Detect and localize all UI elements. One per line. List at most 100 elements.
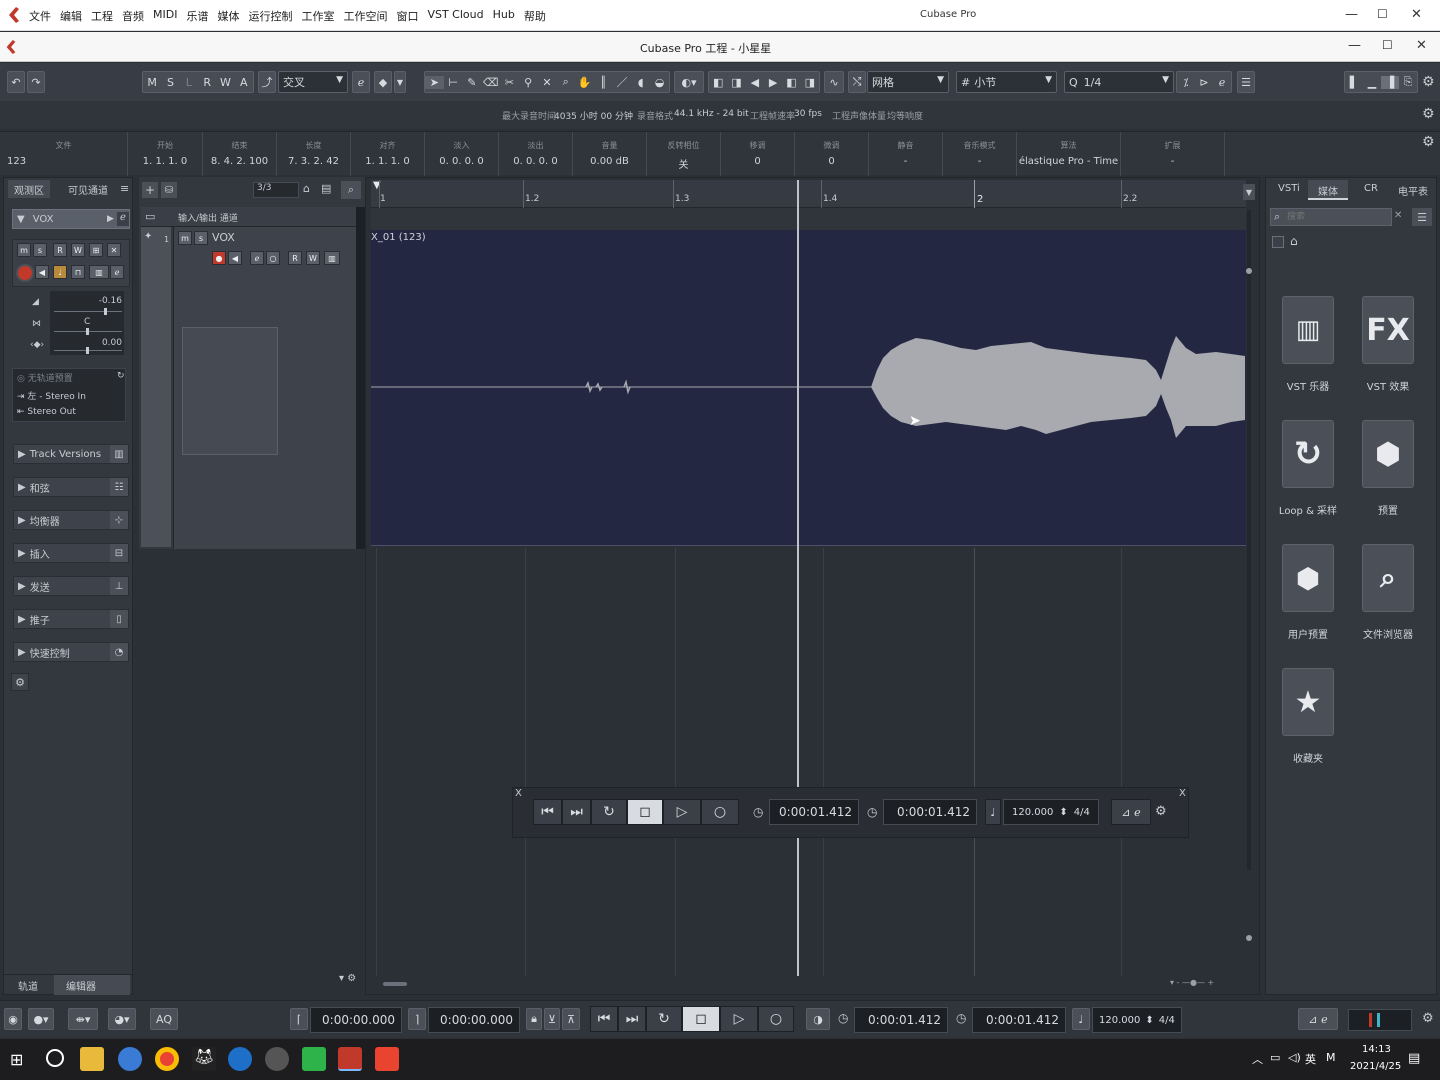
edit-in-place-icon[interactable]: ℯ bbox=[352, 71, 370, 93]
nudge-start-left-icon[interactable]: ◧ bbox=[709, 76, 727, 89]
track-name[interactable]: VOX bbox=[212, 231, 235, 244]
info-mute[interactable]: 静音 - bbox=[869, 132, 943, 176]
app-green-icon[interactable] bbox=[302, 1047, 326, 1071]
menu-studio[interactable]: 工作室 bbox=[301, 8, 334, 24]
metronome-settings-icon[interactable]: ℯ bbox=[1134, 806, 1141, 819]
project-maximize-icon[interactable]: ☐ bbox=[1382, 38, 1393, 52]
info-algorithm[interactable]: 算法 élastique Pro - Time bbox=[1017, 132, 1121, 176]
menu-midi[interactable]: MIDI bbox=[153, 8, 177, 24]
monitor-button[interactable]: ◀ bbox=[35, 265, 49, 279]
tab-cr[interactable]: CR bbox=[1360, 180, 1382, 200]
folder-track-row[interactable]: ▭ 输入/输出 通道 bbox=[141, 207, 356, 227]
cycle-icon[interactable]: ↻ bbox=[591, 799, 627, 825]
write-button[interactable]: W bbox=[216, 76, 234, 89]
info-settings-gear-icon[interactable]: ⚙ bbox=[1422, 134, 1435, 150]
tab-visibility[interactable]: 可见通道 bbox=[62, 180, 114, 198]
project-minimize-icon[interactable]: — bbox=[1348, 38, 1361, 53]
bottom-tempo-stepper-icon[interactable]: ⬍ bbox=[1145, 1015, 1153, 1026]
right-locator-icon[interactable]: ⌉ bbox=[408, 1008, 426, 1030]
info-volume[interactable]: 音量 0.00 dB bbox=[573, 132, 647, 176]
left-locator-time[interactable]: 0:00:00.000 bbox=[310, 1007, 402, 1033]
mode-dropdown[interactable]: 交叉 ▼ bbox=[278, 71, 348, 93]
menu-project[interactable]: 工程 bbox=[91, 8, 113, 24]
read-button[interactable]: R bbox=[198, 76, 216, 89]
nudge-left-icon[interactable]: ◀ bbox=[746, 76, 764, 89]
audio-track-row[interactable]: m s VOX ● ◀ ℯ ○ R W ▥ bbox=[173, 227, 356, 549]
erase-tool-icon[interactable]: ⌫ bbox=[481, 76, 500, 89]
range-tool-icon[interactable]: ⊢ bbox=[444, 76, 463, 89]
solo-button[interactable]: s bbox=[33, 243, 47, 257]
sync-icon[interactable]: ◑ bbox=[806, 1008, 830, 1030]
stop-button[interactable]: ◻ bbox=[627, 799, 663, 825]
search-circle-icon[interactable] bbox=[46, 1049, 64, 1067]
tempo-signature-display[interactable]: 120.000 ⬍ 4/4 bbox=[1003, 799, 1099, 825]
nudge-end-left-icon[interactable]: ◧ bbox=[782, 76, 800, 89]
color-icon[interactable]: ◆ bbox=[374, 71, 392, 93]
project-close-icon[interactable]: ✕ bbox=[1416, 38, 1427, 53]
track-list-menu-icon[interactable]: ▤ bbox=[321, 182, 335, 198]
track-monitor-button[interactable]: ◀ bbox=[228, 251, 242, 265]
line-tool-icon[interactable]: ／ bbox=[613, 74, 632, 90]
menu-workspaces[interactable]: 工作空间 bbox=[343, 8, 387, 24]
right-zone-icon[interactable]: ▐ bbox=[1381, 75, 1399, 89]
tray-chevron-icon[interactable]: ︿ bbox=[1252, 1051, 1263, 1067]
menu-help[interactable]: 帮助 bbox=[524, 8, 546, 24]
section-chords[interactable]: ▶ 和弦 ☷ bbox=[13, 477, 129, 497]
comp-tool-icon[interactable]: ║ bbox=[594, 76, 613, 89]
secondary-time-display[interactable]: 0:00:01.412 bbox=[883, 799, 977, 825]
track-counter[interactable]: 3/3 bbox=[253, 182, 299, 198]
transport-settings-gear-icon[interactable]: ⚙ bbox=[1155, 804, 1167, 819]
section-fader[interactable]: ▶ 推子 ▯ bbox=[13, 609, 129, 629]
notification-icon[interactable]: ▤ bbox=[1408, 1051, 1420, 1066]
menu-vst-cloud[interactable]: VST Cloud bbox=[427, 8, 483, 24]
user-presets-tile[interactable]: ⬢ bbox=[1282, 544, 1334, 612]
object-selection-tool-icon[interactable]: ➤ bbox=[425, 75, 444, 89]
freeze-button[interactable]: ✕ bbox=[107, 243, 121, 257]
right-locator-time[interactable]: 0:00:00.000 bbox=[428, 1007, 520, 1033]
bottom-tempo-track-icon[interactable]: ♩ bbox=[1072, 1008, 1090, 1030]
home-icon[interactable]: ⌂ bbox=[1290, 234, 1298, 248]
undo-icon[interactable]: ↶ bbox=[7, 71, 25, 93]
file-browser-tile[interactable]: ⌕ bbox=[1362, 544, 1414, 612]
cubase-taskbar-icon[interactable] bbox=[338, 1047, 362, 1071]
timebase-button[interactable]: ♩ bbox=[53, 265, 67, 279]
tab-editor[interactable]: 编辑器 bbox=[54, 975, 130, 995]
nudge-start-right-icon[interactable]: ◨ bbox=[727, 76, 745, 89]
volume-value[interactable]: -0.16 bbox=[99, 296, 122, 306]
tab-meter[interactable]: 电平表 bbox=[1394, 180, 1432, 200]
snap-type-icon[interactable]: ⤭ bbox=[848, 71, 866, 93]
tray-volume-icon[interactable]: ◁) bbox=[1288, 1051, 1301, 1064]
zoom-tool-icon[interactable]: ⌕ bbox=[556, 75, 575, 89]
file-explorer-icon[interactable] bbox=[80, 1047, 104, 1071]
tempo-stepper-icon[interactable]: ⬍ bbox=[1059, 807, 1067, 818]
menu-score[interactable]: 乐谱 bbox=[186, 8, 208, 24]
info-snap[interactable]: 对齐 1. 1. 1. 0 bbox=[351, 132, 425, 176]
refresh-icon[interactable]: ↻ bbox=[117, 371, 125, 381]
quantize-dropdown[interactable]: Q 1/4 ▼ bbox=[1064, 71, 1174, 93]
play-button[interactable]: ▷ bbox=[663, 799, 701, 825]
chrome-icon[interactable] bbox=[155, 1047, 179, 1071]
info-fade-in[interactable]: 淡入 0. 0. 0. 0 bbox=[425, 132, 499, 176]
lower-zone-icon[interactable]: ▁ bbox=[1363, 76, 1381, 89]
track-read-button[interactable]: R bbox=[288, 251, 302, 265]
pan-value[interactable]: C bbox=[84, 317, 90, 327]
window-layout-icon[interactable]: ☰ bbox=[1237, 71, 1255, 93]
info-end[interactable]: 结束 8. 4. 2. 100 bbox=[203, 132, 277, 176]
listen-button[interactable]: L bbox=[180, 76, 198, 89]
solo-all-button[interactable]: S bbox=[161, 76, 179, 89]
search-clear-icon[interactable]: ✕ bbox=[1394, 210, 1402, 221]
tray-input-icon[interactable]: M bbox=[1326, 1051, 1336, 1064]
pan-law-label[interactable]: 工程声像体量 bbox=[832, 109, 886, 122]
vst-effects-tile[interactable]: FX bbox=[1362, 296, 1414, 364]
loudness-label[interactable]: 均等响度 bbox=[887, 109, 923, 122]
app-red-icon[interactable] bbox=[375, 1047, 399, 1071]
tab-media[interactable]: 媒体 bbox=[1308, 180, 1348, 200]
section-equalizer[interactable]: ▶ 均衡器 ⊹ bbox=[13, 510, 129, 530]
info-musical-mode[interactable]: 音乐模式 - bbox=[943, 132, 1017, 176]
delay-value[interactable]: 0.00 bbox=[102, 338, 122, 348]
bottom-tempo-display[interactable]: 120.000 ⬍ 4/4 bbox=[1092, 1007, 1182, 1033]
record-button[interactable]: ○ bbox=[701, 799, 739, 825]
info-length[interactable]: 长度 7. 3. 2. 42 bbox=[277, 132, 351, 176]
record-enable-button[interactable] bbox=[16, 264, 34, 282]
track-search-icon[interactable]: ⌕ bbox=[341, 181, 361, 199]
